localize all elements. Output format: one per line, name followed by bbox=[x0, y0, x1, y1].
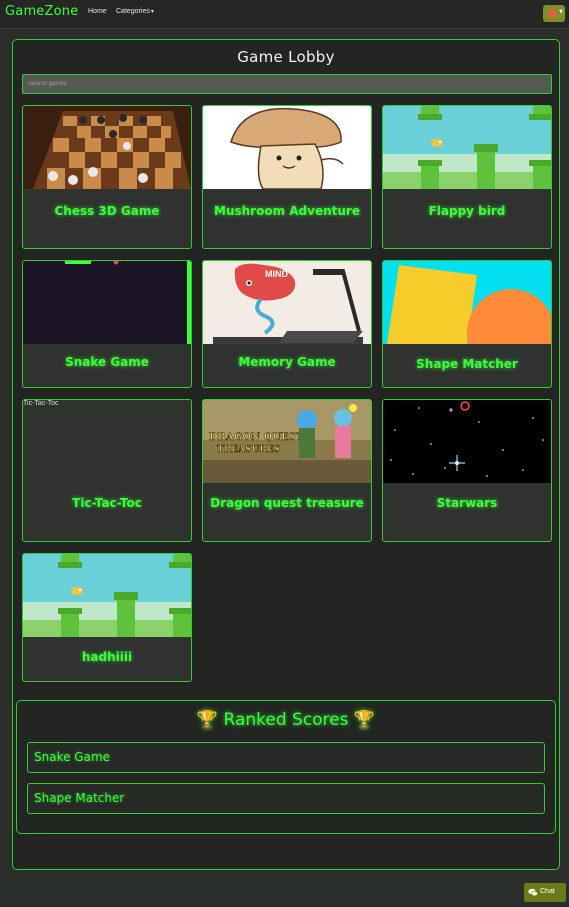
chess-thumbnail bbox=[23, 106, 191, 189]
game-title: Dragon quest treasure bbox=[210, 496, 364, 510]
page-title: Game Lobby bbox=[237, 48, 335, 66]
avatar-icon bbox=[548, 9, 557, 18]
ranked-item-label: Snake Game bbox=[34, 750, 111, 764]
game-title: Chess 3D Game bbox=[54, 204, 160, 218]
game-title: Tic-Tac-Toc bbox=[72, 496, 142, 510]
game-card-mushroom[interactable]: Mushroom Adventure bbox=[202, 105, 372, 249]
game-title: hadhiiii bbox=[81, 650, 133, 664]
game-lobby-panel: Game Lobby Chess 3D Game bbox=[12, 39, 560, 870]
game-card-memory[interactable]: MIND Memory Game bbox=[202, 260, 372, 388]
game-title: Mushroom Adventure bbox=[214, 204, 360, 218]
game-card-hadhiiii[interactable]: hadhiiii bbox=[22, 553, 192, 682]
trophy-icon: 🏆 bbox=[196, 710, 219, 730]
ranked-item[interactable]: Shape Matcher bbox=[27, 783, 545, 814]
flappy-thumbnail bbox=[383, 106, 551, 189]
chevron-down-icon: ▾ bbox=[150, 9, 154, 15]
game-card-chess[interactable]: Chess 3D Game bbox=[22, 105, 192, 249]
game-card-shapes[interactable]: Shape Matcher bbox=[382, 260, 552, 388]
game-title: Starwars bbox=[436, 496, 498, 510]
game-card-starwars[interactable]: Starwars bbox=[382, 399, 552, 542]
game-card-tictactoe[interactable]: Tic-Tac-Toc Tic-Tac-Toc bbox=[22, 399, 192, 542]
ranked-scores-panel: 🏆 Ranked Scores 🏆 Snake Game Shape Match… bbox=[16, 700, 556, 834]
game-card-flappy[interactable]: Flappy bird bbox=[382, 105, 552, 249]
chat-icon bbox=[528, 888, 538, 899]
flappy-thumbnail bbox=[23, 554, 191, 637]
broken-image-thumbnail: Tic-Tac-Toc bbox=[23, 400, 191, 483]
image-alt-text: Tic-Tac-Toc bbox=[23, 400, 59, 407]
svg-text:DRAGON QUEST: DRAGON QUEST bbox=[209, 432, 304, 443]
chat-button[interactable]: Chat bbox=[524, 883, 566, 902]
dragon-thumbnail: DRAGON QUEST TREASURES bbox=[203, 400, 371, 483]
stars-thumbnail bbox=[383, 400, 551, 483]
snake-thumbnail bbox=[23, 261, 191, 344]
mushroom-thumbnail bbox=[203, 106, 371, 189]
nav-categories-dropdown[interactable]: Categories▾ bbox=[116, 8, 154, 15]
game-title: Snake Game bbox=[65, 355, 149, 369]
trophy-icon: 🏆 bbox=[353, 710, 376, 730]
ranked-item[interactable]: Snake Game bbox=[27, 742, 545, 773]
nav-home-link[interactable]: Home bbox=[88, 8, 107, 15]
top-navbar: GameZone Home Categories▾ ▼ bbox=[0, 0, 569, 29]
search-input[interactable] bbox=[22, 74, 552, 94]
game-title: Shape Matcher bbox=[416, 357, 518, 371]
user-menu-button[interactable]: ▼ bbox=[543, 5, 565, 22]
chat-label: Chat bbox=[540, 888, 555, 895]
game-card-snake[interactable]: Snake Game bbox=[22, 260, 192, 388]
game-card-dragon[interactable]: DRAGON QUEST TREASURES Dragon quest trea… bbox=[202, 399, 372, 542]
shapes-thumbnail bbox=[383, 261, 551, 344]
memory-thumbnail: MIND bbox=[203, 261, 371, 344]
game-title: Memory Game bbox=[238, 355, 336, 369]
game-title: Flappy bird bbox=[428, 204, 506, 218]
chevron-down-icon: ▼ bbox=[559, 9, 563, 15]
nav-categories-label: Categories bbox=[116, 8, 150, 15]
brand-logo[interactable]: GameZone bbox=[5, 4, 78, 19]
ranked-scores-title: Ranked Scores bbox=[223, 710, 349, 730]
ranked-scores-heading: 🏆 Ranked Scores 🏆 bbox=[17, 710, 555, 730]
ranked-item-label: Shape Matcher bbox=[34, 791, 125, 805]
svg-text:TREASURES: TREASURES bbox=[217, 445, 280, 455]
svg-text:MIND: MIND bbox=[265, 269, 288, 279]
